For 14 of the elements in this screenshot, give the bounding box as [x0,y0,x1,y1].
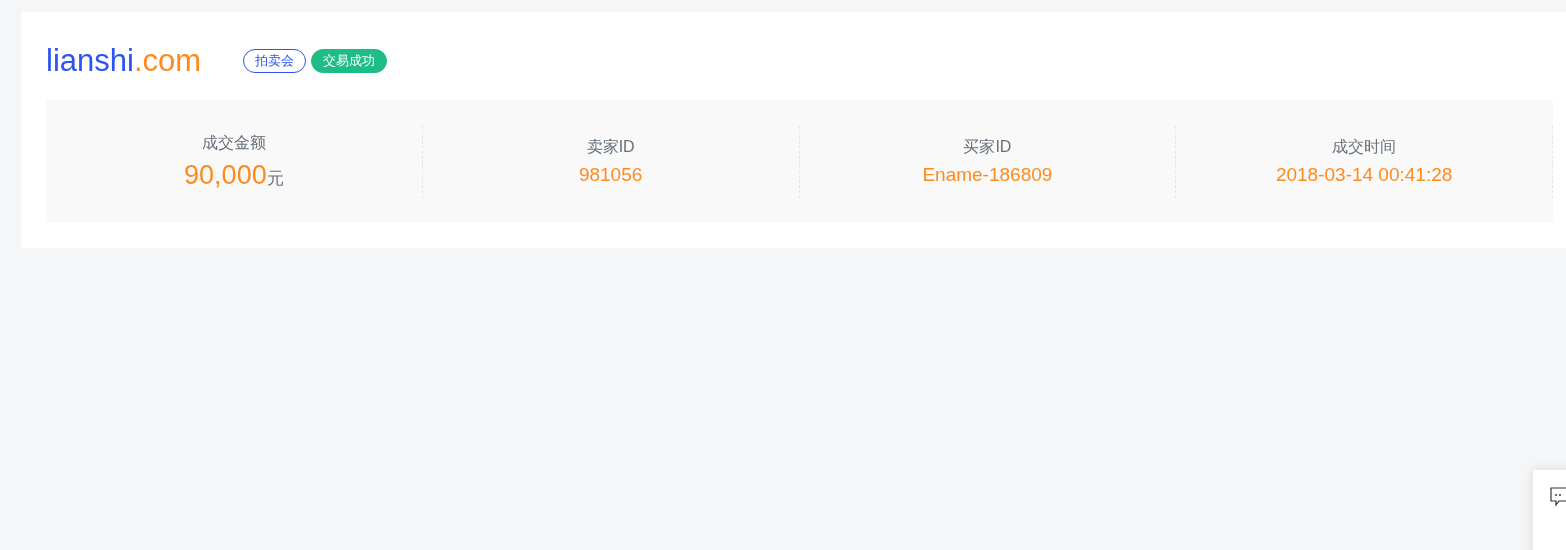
stat-value: 90,000 [184,159,267,191]
stat-label: 成交时间 [1332,137,1397,157]
chat-icon[interactable] [1550,487,1566,507]
stat-label: 成交金额 [201,132,266,153]
stat-label: 卖家ID [586,137,635,157]
logo-name: lianshi [46,43,134,79]
logo-domain: .com [133,43,202,79]
stat-value: Ename-186809 [922,164,1053,186]
stat-value: 981056 [578,164,643,186]
unit-label: 元 [266,166,284,190]
category-tag: 拍卖会 [243,49,307,73]
status-tag: 交易成功 [311,49,388,73]
stat-value: 2018-03-14 00:41:28 [1275,164,1453,186]
stat-label: 买家ID [963,137,1012,157]
